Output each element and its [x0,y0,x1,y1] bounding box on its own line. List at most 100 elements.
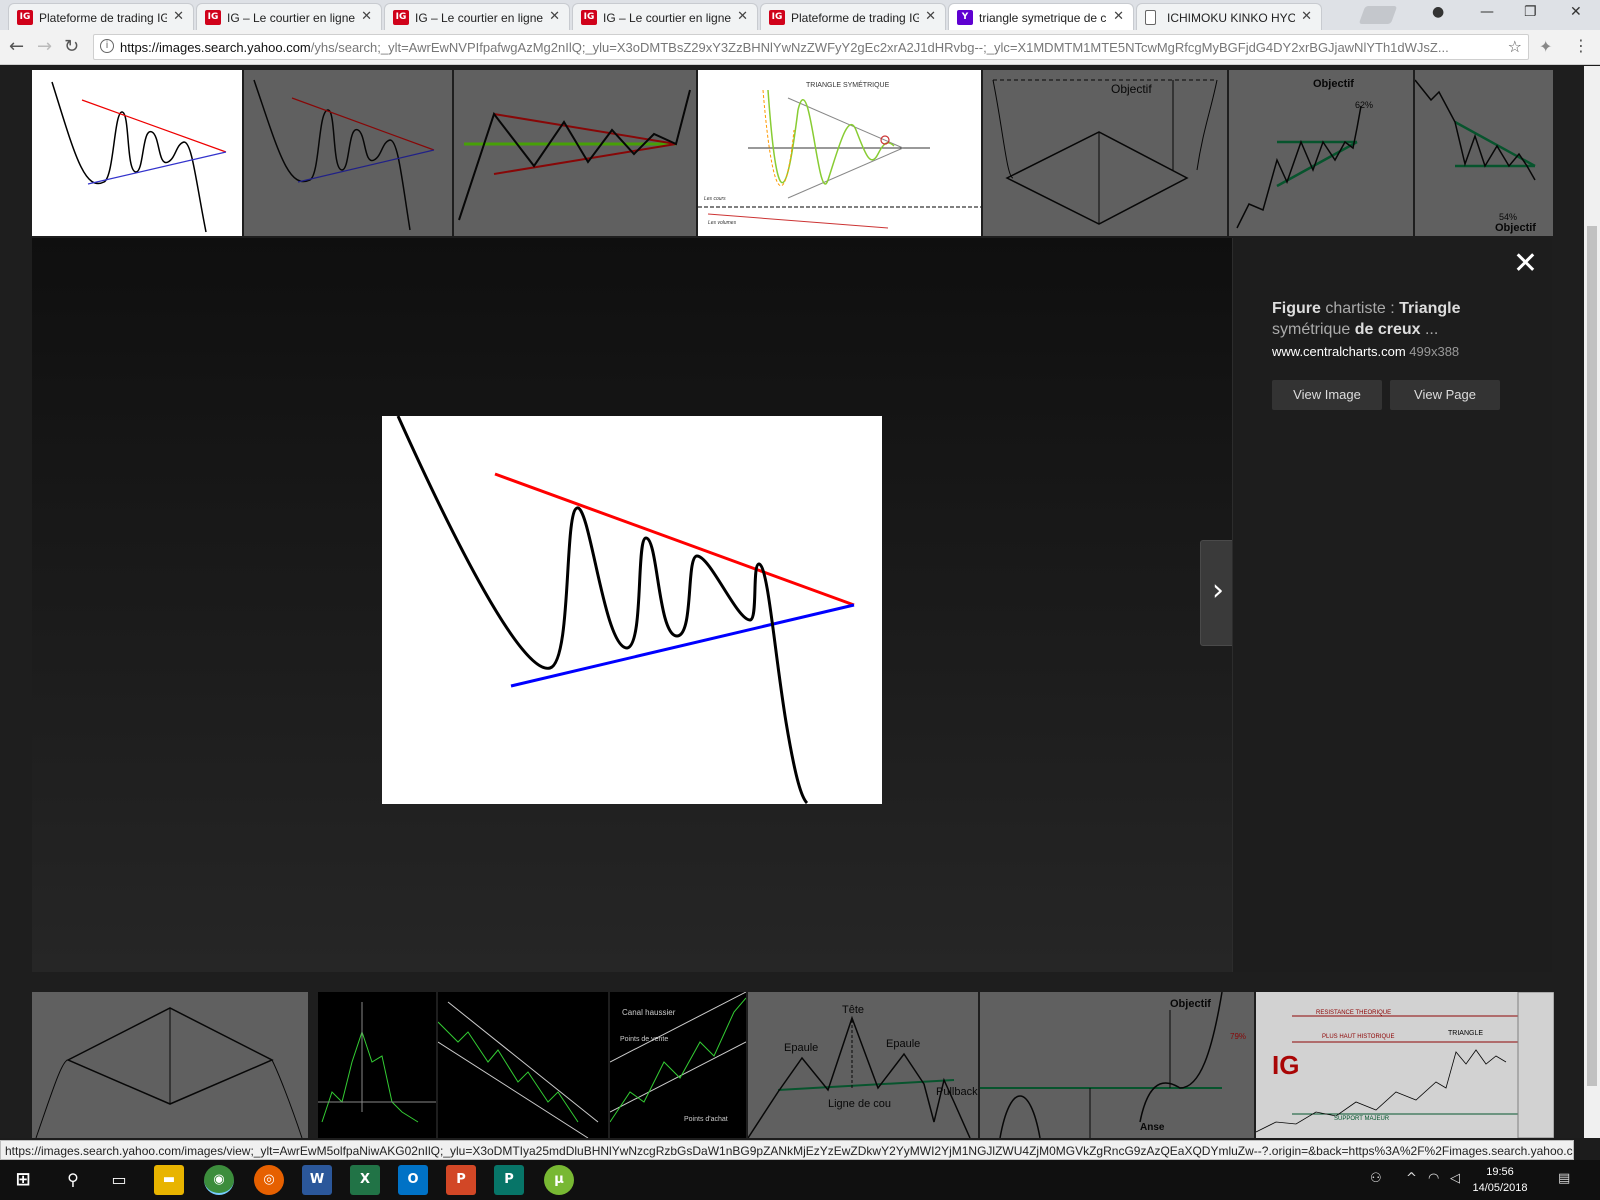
thumb-epaule-right: Epaule [886,1038,921,1050]
thumb-points-de-vente: Points de vente [620,1036,669,1043]
thumb-descending-channel[interactable] [438,992,608,1138]
tab-title: triangle symetrique de cr [979,11,1107,25]
caption-part: Figure [1272,300,1321,317]
thumb-triangle-label: TRIANGLE [1448,1030,1484,1037]
thumb-ligne-de-cou: Ligne de cou [828,1098,891,1110]
system-clock[interactable]: 19:56 14/05/2018 [1470,1164,1530,1196]
view-page-button[interactable]: View Page [1390,380,1500,410]
url-text[interactable]: https://images.search.yahoo.com/yhs/sear… [120,40,1490,55]
tab-title: IG – Le courtier en ligne [603,11,731,25]
bookmark-star-icon[interactable]: ☆ [1508,37,1522,56]
tab-favicon-icon [1145,10,1156,25]
thumb-les-cours: Les cours [704,196,726,202]
address-bar[interactable]: i https://images.search.yahoo.com/yhs/se… [93,34,1529,60]
tab-close-icon[interactable]: ✕ [1113,9,1124,24]
chrome-icon[interactable]: ◉ [204,1165,234,1195]
thumb-objectif-label-3: Objectif [1495,222,1536,234]
thumb-canal-haussier: Canal haussier [622,1008,676,1017]
thumb-62-label: 62% [1355,100,1374,110]
menu-icon[interactable]: ⋮ [1573,36,1589,55]
thumb-support: SUPPORT MAJEUR [1334,1116,1390,1122]
tab-close-icon[interactable]: ✕ [925,9,936,24]
notifications-icon[interactable]: ▤ [1558,1171,1570,1186]
thumb-cup-and-handle[interactable]: Objectif Anse 79% [980,992,1254,1138]
tab-strip: IG Plateforme de trading IG ✕ IG IG – Le cou… [0,0,1600,30]
outlook-icon[interactable]: O [398,1165,428,1195]
image-caption[interactable]: Figure chartiste : Triangle symétrique d… [1272,298,1522,340]
source-domain[interactable]: www.centralcharts.com [1272,344,1406,359]
caption-part: de creux [1354,321,1421,338]
reload-icon[interactable]: ↻ [64,36,79,57]
view-image-button[interactable]: View Image [1272,380,1382,410]
tab-title: Plateforme de trading IG [791,11,919,25]
next-image-button[interactable]: › [1200,540,1236,646]
thumb-triangle-symetrique-diagram[interactable]: TRIANGLE SYMÉTRIQUE Les cours Les volume… [698,70,981,236]
maximize-icon[interactable]: ❐ [1524,4,1537,20]
thumb-54-label: 54% [1499,212,1518,222]
thumb-ascending-channel[interactable]: Canal haussier Points de vente Points d'… [610,992,746,1138]
utorrent-icon[interactable]: µ [544,1165,574,1195]
wifi-icon[interactable]: ◠ [1428,1171,1439,1186]
tab-6[interactable]: ICHIMOKU KINKO HYO - ✕ [1136,3,1322,30]
thumb-head-and-shoulders[interactable]: Tête Epaule Epaule Ligne de cou Pullback [748,992,978,1138]
caption-part: chartiste : [1320,300,1400,317]
word-icon[interactable]: W [302,1165,332,1195]
profile-icon[interactable]: ● [1432,4,1444,20]
tab-0[interactable]: IG Plateforme de trading IG ✕ [8,3,194,30]
tab-2[interactable]: IG IG – Le courtier en ligne ✕ [384,3,570,30]
tab-close-icon[interactable]: ✕ [1301,9,1312,24]
tab-favicon-icon: Y [957,10,973,25]
firefox-icon[interactable]: ◎ [254,1165,284,1195]
thumb-objectif-label-4: Objectif [1170,998,1211,1010]
url-path: /yhs/search;_ylt=AwrEwNVPIfpafwgAzMg2nIl… [310,40,1449,55]
thumb-points-dachat: Points d'achat [684,1116,728,1123]
new-tab-button[interactable] [1358,6,1398,24]
thumb-ig-chart[interactable]: RESISTANCE THEORIQUE PLUS HAUT HISTORIQU… [1256,992,1554,1138]
tab-5[interactable]: Ytriangle symetrique de cr ✕ [948,3,1134,30]
thumb-diamond-pattern[interactable]: Objectif [983,70,1227,236]
powerpoint-icon[interactable]: P [446,1165,476,1195]
source-dimensions: 499x388 [1409,344,1460,359]
tab-close-icon[interactable]: ✕ [549,9,560,24]
file-explorer-icon[interactable]: ▬ [154,1165,184,1195]
thumb-diamond-bottom[interactable] [32,992,308,1138]
tab-title: Plateforme de trading IG [39,11,167,25]
thumb-objectif-label-2: Objectif [1313,78,1354,90]
people-icon[interactable]: ⚇ [1370,1171,1382,1186]
excel-icon[interactable]: X [350,1165,380,1195]
thumb-epaule-left: Epaule [784,1042,819,1054]
forward-icon[interactable]: → [37,36,52,57]
thumb-triangle-breakout[interactable] [454,70,696,236]
viewer-stage: › [32,238,1236,972]
scrollbar-thumb[interactable] [1587,226,1597,1086]
search-icon[interactable]: ⚲ [58,1165,88,1195]
minimize-icon[interactable]: — [1480,4,1494,20]
thumb-head-shoulders-forex[interactable] [318,992,436,1138]
viewer-sidebar: ✕ Figure chartiste : Triangle symétrique… [1232,238,1552,972]
tab-close-icon[interactable]: ✕ [737,9,748,24]
thumb-symmetric-triangle-2[interactable] [244,70,452,236]
tab-3[interactable]: IG IG – Le courtier en ligne ✕ [572,3,758,30]
tab-1[interactable]: IG IG – Le courtier en ligne ✕ [196,3,382,30]
page-scrollbar[interactable] [1584,66,1600,1138]
thumb-descending-triangle[interactable]: 54% Objectif [1415,70,1553,236]
publisher-icon[interactable]: P [494,1165,524,1195]
task-view-icon[interactable]: ▭ [104,1165,134,1195]
close-window-icon[interactable]: ✕ [1570,4,1582,20]
extension-icon[interactable]: ✦ [1539,37,1552,56]
tab-4[interactable]: IG Plateforme de trading IG ✕ [760,3,946,30]
site-info-icon[interactable]: i [100,39,114,53]
tab-close-icon[interactable]: ✕ [173,9,184,24]
volume-muted-icon[interactable]: ◁ [1450,1171,1460,1186]
thumb-les-volumes: Les volumes [708,220,737,226]
tray-chevron-icon[interactable]: ^ [1406,1171,1417,1186]
thumb-ascending-triangle[interactable]: Objectif 62% [1229,70,1413,236]
tab-close-icon[interactable]: ✕ [361,9,372,24]
close-icon[interactable]: ✕ [1513,246,1538,281]
back-icon[interactable]: ← [9,36,24,57]
windows-start-icon[interactable]: ⊞ [8,1165,38,1195]
preview-image[interactable] [382,415,882,805]
caption-part: ... [1420,321,1439,338]
tab-favicon-icon: IG [17,10,33,25]
thumb-symmetric-triangle-1[interactable] [32,70,242,236]
